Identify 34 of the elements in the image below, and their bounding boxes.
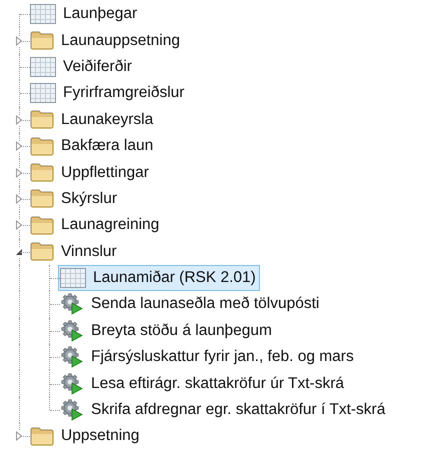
folder-icon [30,216,54,235]
tree-item[interactable]: Skrifa afdregnar egr. skattakröfur í Txt-skrá [58,397,390,424]
tree-item[interactable]: Launagreining [28,212,164,238]
folder-icon [30,31,54,50]
tree-item[interactable]: Veiðiferðir [28,54,136,80]
table-icon [30,83,56,104]
tree-item[interactable]: Bakfæra laun [28,133,158,160]
table-icon [30,4,56,24]
tree-item[interactable]: Lesa eftirágr. skattakröfur úr Txt-skrá [58,370,348,397]
table-icon [60,268,86,288]
folder-icon [30,426,54,446]
folder-icon [30,242,54,262]
tree-item[interactable]: Launakeyrsla [28,106,158,133]
tree-item[interactable]: Senda launaseðla með tölvupósti [58,291,324,318]
tree-item[interactable]: Fyrirframgreiðslur [28,80,188,106]
tree-item[interactable]: Uppsetning [28,423,144,450]
tree-item[interactable]: Vinnslur [28,238,121,265]
folder-icon [30,136,54,156]
table-icon [30,56,56,77]
selected-tree-item[interactable]: Launamiðar (RSK 2.01) [58,265,260,292]
tree-item[interactable]: Launþegar [28,1,142,28]
gear-play-icon [60,372,84,395]
folder-icon [30,110,54,130]
tree-item[interactable]: Breyta stöðu á launþegum [58,318,276,344]
folder-icon [30,189,54,208]
tree-item[interactable]: Fjársýsluskattur fyrir jan., feb. og mars [58,344,358,370]
gear-play-icon [60,346,84,368]
gear-play-icon [60,293,84,316]
tree-item[interactable]: Skýrslur [28,186,121,212]
folder-icon [30,163,54,182]
tree-item[interactable]: Launauppsetning [28,28,184,54]
gear-play-icon [60,399,84,422]
tree-item[interactable]: Uppflettingar [28,160,153,186]
gear-play-icon [60,320,84,342]
